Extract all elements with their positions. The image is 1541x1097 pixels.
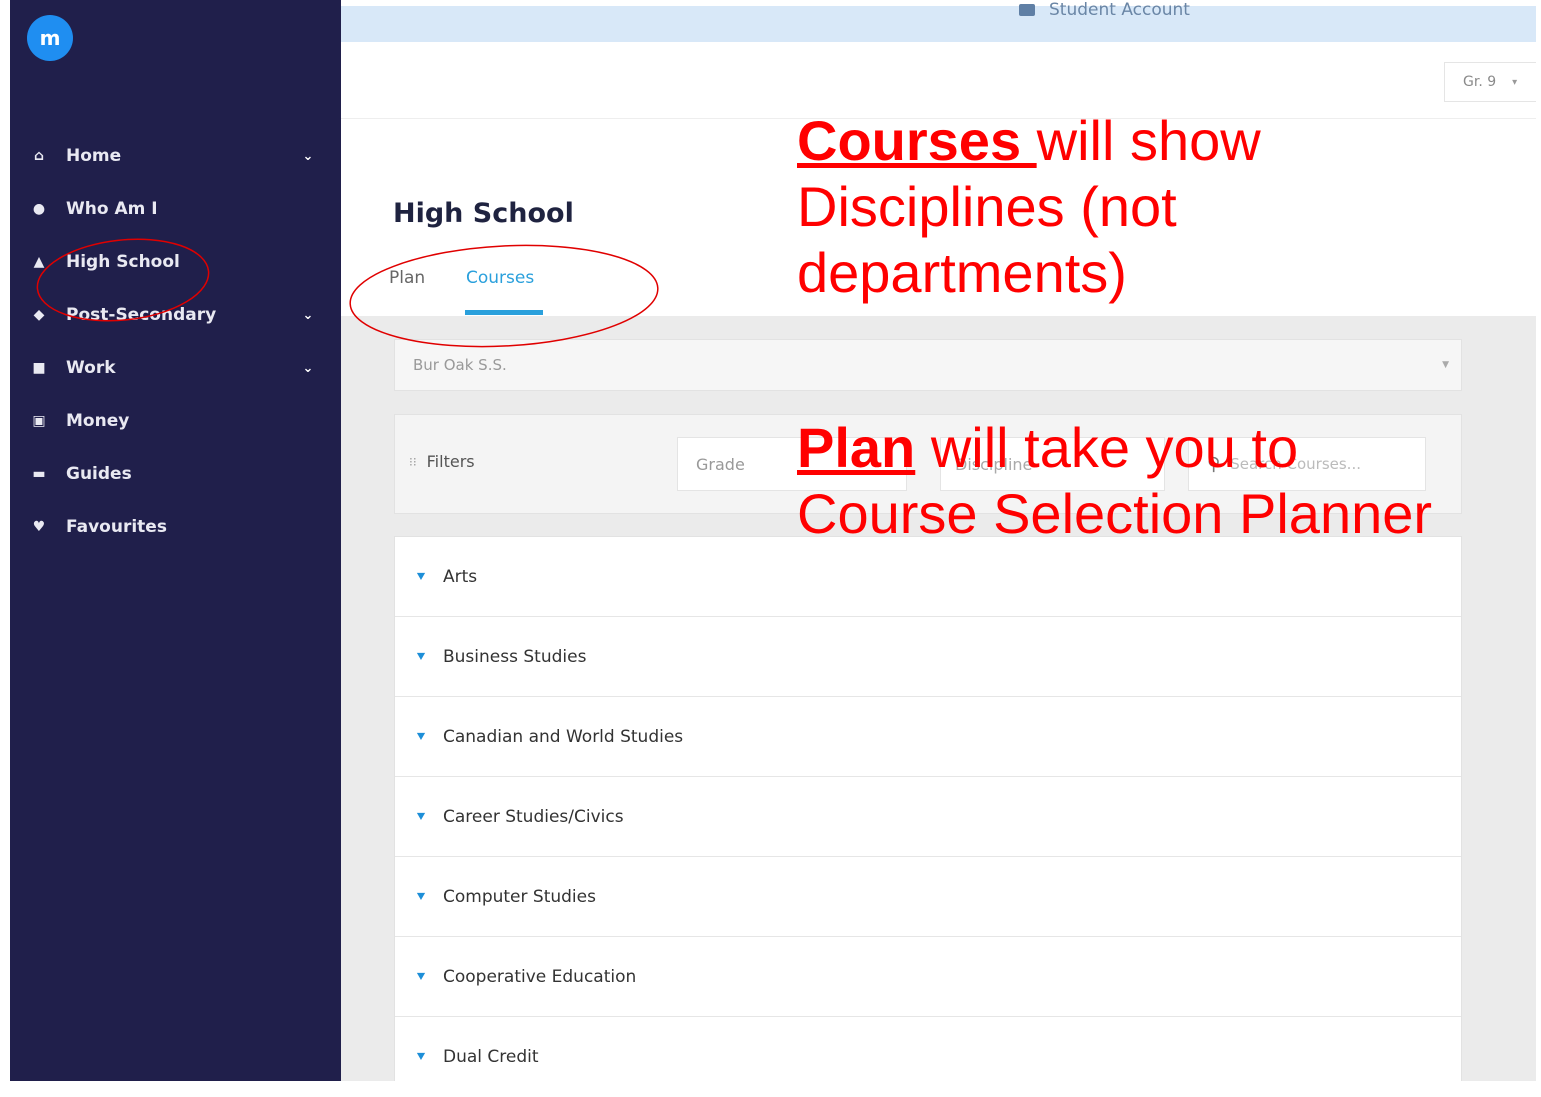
chevron-down-icon[interactable]: ⌄: [298, 149, 318, 164]
caret-down-icon: ▼: [1442, 360, 1449, 370]
banner-label: Student Account: [1049, 0, 1190, 20]
person-circle-icon: ●: [32, 201, 46, 217]
sidebar-item-work[interactable]: ■ Work ⌄: [28, 350, 318, 386]
school-dropdown-value: Bur Oak S.S.: [413, 356, 507, 374]
discipline-label: Arts: [443, 566, 478, 587]
discipline-list: ⯆ Arts ⯆ Business Studies ⯆ Canadian and…: [394, 536, 1462, 1081]
sidebar-item-home[interactable]: ⌂ Home ⌄: [28, 138, 318, 174]
discipline-row[interactable]: ⯆ Computer Studies: [395, 857, 1461, 937]
tab-plan[interactable]: Plan: [389, 268, 425, 288]
grade-dropdown[interactable]: Gr. 9 ▾: [1444, 62, 1536, 102]
logo-letter: m: [39, 26, 61, 50]
graduation-cap-icon: ◆: [33, 307, 45, 323]
courses-annotation-line-2: Disciplines (not: [797, 175, 1177, 238]
chevron-down-icon: ⯆: [415, 1048, 428, 1066]
sidebar-item-who-am-i[interactable]: ● Who Am I: [28, 191, 318, 227]
sidebar-item-post-secondary[interactable]: ◆ Post-Secondary ⌄: [28, 297, 318, 333]
sidebar-item-high-school[interactable]: ▲ High School: [28, 244, 318, 280]
grade-dropdown-value: Gr. 9: [1463, 74, 1497, 90]
courses-annotation: Courses will show Disciplines (not depar…: [797, 108, 1261, 306]
sidebar-item-label: Money: [66, 411, 130, 431]
courses-rest: will show: [1036, 109, 1261, 172]
chevron-down-icon[interactable]: ⌄: [298, 361, 318, 376]
sidebar-item-label: Who Am I: [66, 199, 158, 219]
active-tab-indicator: [465, 310, 543, 315]
courses-annotation-line-1: Courses will show: [797, 108, 1261, 174]
discipline-label: Career Studies/Civics: [443, 806, 624, 827]
discipline-label: Canadian and World Studies: [443, 726, 684, 747]
discipline-row[interactable]: ⯆ Career Studies/Civics: [395, 777, 1461, 857]
courses-keyword: Courses: [797, 109, 1037, 172]
sidebar-item-guides[interactable]: ▬ Guides: [28, 456, 318, 492]
tab-courses[interactable]: Courses: [466, 268, 534, 288]
filters-label: Filters: [426, 452, 475, 471]
chevron-down-icon: ⯆: [415, 967, 428, 986]
student-account-link[interactable]: Student Account: [1019, 0, 1190, 20]
plan-rest: will take you to: [915, 416, 1299, 479]
chevron-down-icon: ⯆: [415, 807, 428, 826]
sidebar-item-money[interactable]: ▣ Money: [28, 403, 318, 439]
plan-keyword: Plan: [797, 416, 916, 479]
frame-right-edge: [1536, 0, 1541, 1081]
frame-left-edge: [0, 0, 10, 1081]
discipline-row[interactable]: ⯆ Cooperative Education: [395, 937, 1461, 1017]
discipline-label: Cooperative Education: [443, 966, 637, 987]
sidebar-item-label: Post-Secondary: [66, 305, 217, 325]
sidebar-item-label: High School: [66, 252, 180, 272]
briefcase-icon: ■: [32, 360, 46, 376]
money-icon: ▣: [32, 413, 46, 429]
app-logo[interactable]: m: [27, 15, 73, 61]
sidebar-item-label: Work: [66, 358, 116, 378]
sidebar-item-label: Guides: [66, 464, 132, 484]
discipline-row[interactable]: ⯆ Dual Credit: [395, 1017, 1461, 1097]
sidebar: m ⌂ Home ⌄ ● Who Am I ▲ High School ◆ Po…: [10, 0, 341, 1081]
sidebar-item-label: Favourites: [66, 517, 167, 537]
school-icon: ▲: [33, 254, 45, 270]
discipline-label: Dual Credit: [443, 1047, 539, 1067]
sliders-icon: ⁝⁝: [409, 454, 417, 469]
heart-icon: ♥: [32, 519, 46, 535]
discipline-row[interactable]: ⯆ Business Studies: [395, 617, 1461, 697]
book-icon: ▬: [32, 466, 46, 482]
plan-annotation-line-1: Plan will take you to: [797, 415, 1432, 481]
discipline-row[interactable]: ⯆ Canadian and World Studies: [395, 697, 1461, 777]
plan-annotation: Plan will take you to Course Selection P…: [797, 415, 1432, 547]
filters-toggle[interactable]: ⁝⁝ Filters: [409, 452, 475, 471]
school-dropdown[interactable]: Bur Oak S.S. ▼: [394, 339, 1462, 391]
sidebar-item-label: Home: [66, 146, 122, 166]
discipline-label: Business Studies: [443, 646, 587, 667]
account-icon: [1019, 4, 1035, 16]
account-banner: Student Account: [341, 0, 1536, 42]
courses-annotation-line-3: departments): [797, 241, 1127, 304]
discipline-label: Computer Studies: [443, 886, 596, 907]
plan-annotation-line-2: Course Selection Planner: [797, 482, 1433, 545]
chevron-down-icon: ⯆: [415, 727, 428, 746]
chevron-down-icon: ⯆: [415, 887, 428, 906]
page-title: High School: [393, 198, 574, 229]
discipline-row[interactable]: ⯆ Arts: [395, 537, 1461, 617]
home-icon: ⌂: [33, 148, 45, 164]
sidebar-item-favourites[interactable]: ♥ Favourites: [28, 509, 318, 545]
chevron-down-icon: ⯆: [415, 567, 428, 586]
chevron-down-icon: ⯆: [415, 647, 428, 666]
caret-down-icon: ▾: [1512, 76, 1518, 88]
chevron-down-icon[interactable]: ⌄: [298, 308, 318, 323]
